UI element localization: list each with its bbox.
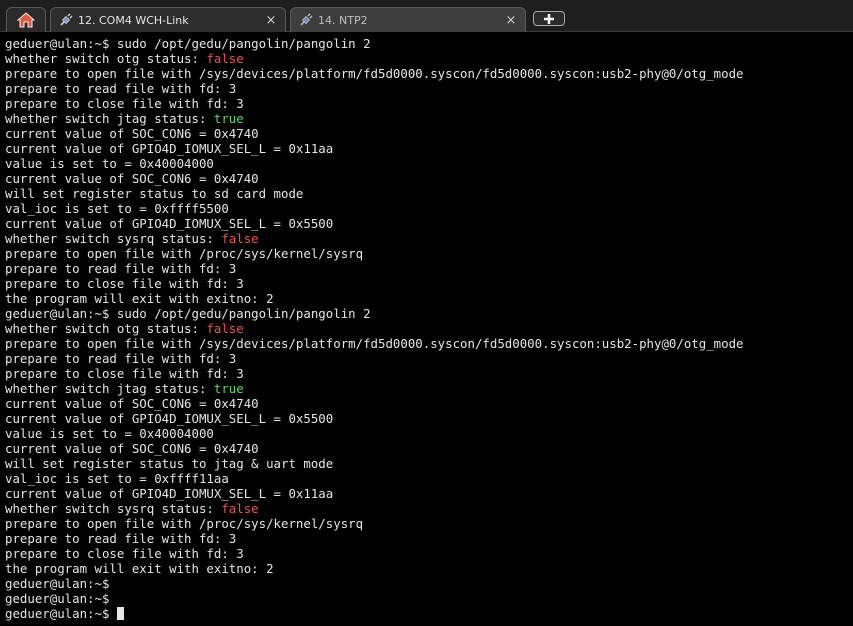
terminal-text: geduer@ulan:~$ sudo /opt/gedu/pangolin/p…	[5, 306, 371, 321]
terminal-line: val_ioc is set to = 0xffff11aa	[5, 471, 853, 486]
terminal-text: prepare to read file with fd: 3	[5, 531, 237, 546]
terminal-text: current value of GPIO4D_IOMUX_SEL_L = 0x…	[5, 141, 334, 156]
tab-com4-wch-link[interactable]: 12. COM4 WCH-Link ×	[50, 7, 286, 32]
terminal-text: current value of GPIO4D_IOMUX_SEL_L = 0x…	[5, 411, 334, 426]
terminal-line: prepare to close file with fd: 3	[5, 96, 853, 111]
terminal-text: will set register status to jtag & uart …	[5, 456, 334, 471]
terminal-text: prepare to open file with /proc/sys/kern…	[5, 246, 364, 261]
terminal-line: geduer@ulan:~$ sudo /opt/gedu/pangolin/p…	[5, 36, 853, 51]
terminal-line: will set register status to jtag & uart …	[5, 456, 853, 471]
terminal-line: current value of GPIO4D_IOMUX_SEL_L = 0x…	[5, 486, 853, 501]
plug-icon	[300, 13, 313, 26]
terminal-text: whether switch sysrq status:	[5, 501, 222, 516]
terminal-line: geduer@ulan:~$	[5, 576, 853, 591]
close-tab-button[interactable]: ×	[265, 14, 277, 27]
close-tab-button[interactable]: ×	[505, 14, 517, 27]
terminal-text: whether switch jtag status:	[5, 111, 214, 126]
terminal-text: whether switch otg status:	[5, 321, 207, 336]
terminal-line: prepare to close file with fd: 3	[5, 366, 853, 381]
terminal-text: will set register status to sd card mode	[5, 186, 304, 201]
terminal-text: prepare to read file with fd: 3	[5, 351, 237, 366]
terminal-text: current value of SOC_CON6 = 0x4740	[5, 441, 259, 456]
terminal-text: geduer@ulan:~$ sudo /opt/gedu/pangolin/p…	[5, 36, 371, 51]
tab-label: 12. COM4 WCH-Link	[78, 13, 189, 27]
terminal-line: val_ioc is set to = 0xffff5500	[5, 201, 853, 216]
terminal-text: prepare to close file with fd: 3	[5, 276, 244, 291]
terminal-line: prepare to close file with fd: 3	[5, 276, 853, 291]
tab-bar: 12. COM4 WCH-Link × 14. NTP2 ×	[0, 0, 853, 32]
terminal-line: value is set to = 0x40004000	[5, 156, 853, 171]
terminal-output[interactable]: geduer@ulan:~$ sudo /opt/gedu/pangolin/p…	[5, 36, 853, 626]
terminal-line: the program will exit with exitno: 2	[5, 291, 853, 306]
text-cursor	[116, 607, 124, 620]
terminal-line: whether switch jtag status: true	[5, 381, 853, 396]
terminal-line: geduer@ulan:~$ sudo /opt/gedu/pangolin/p…	[5, 306, 853, 321]
terminal-line: whether switch otg status: false	[5, 51, 853, 66]
status-value: false	[221, 501, 259, 516]
terminal-text: current value of SOC_CON6 = 0x4740	[5, 171, 259, 186]
terminal-line: prepare to open file with /proc/sys/kern…	[5, 246, 853, 261]
terminal-text: whether switch sysrq status:	[5, 231, 222, 246]
home-tab[interactable]	[6, 7, 46, 32]
terminal-text: prepare to open file with /sys/devices/p…	[5, 66, 744, 81]
terminal-line: prepare to open file with /sys/devices/p…	[5, 66, 853, 81]
terminal-text: val_ioc is set to = 0xffff11aa	[5, 471, 229, 486]
terminal-line: current value of SOC_CON6 = 0x4740	[5, 126, 853, 141]
terminal-text: prepare to close file with fd: 3	[5, 366, 244, 381]
terminal-text: current value of GPIO4D_IOMUX_SEL_L = 0x…	[5, 216, 334, 231]
home-icon	[17, 12, 35, 28]
terminal-text: value is set to = 0x40004000	[5, 426, 214, 441]
terminal-line: prepare to open file with /proc/sys/kern…	[5, 516, 853, 531]
terminal-line: prepare to read file with fd: 3	[5, 81, 853, 96]
terminal-line: current value of SOC_CON6 = 0x4740	[5, 441, 853, 456]
terminal-line: whether switch sysrq status: false	[5, 231, 853, 246]
terminal-text: current value of SOC_CON6 = 0x4740	[5, 396, 259, 411]
terminal-text: prepare to read file with fd: 3	[5, 81, 237, 96]
terminal-line: prepare to read file with fd: 3	[5, 261, 853, 276]
terminal-line: prepare to open file with /sys/devices/p…	[5, 336, 853, 351]
terminal-text: current value of GPIO4D_IOMUX_SEL_L = 0x…	[5, 486, 334, 501]
terminal-line: current value of SOC_CON6 = 0x4740	[5, 396, 853, 411]
terminal-line: prepare to read file with fd: 3	[5, 531, 853, 546]
terminal-text: geduer@ulan:~$	[5, 576, 110, 591]
terminal-text: the program will exit with exitno: 2	[5, 291, 274, 306]
terminal-text: val_ioc is set to = 0xffff5500	[5, 201, 229, 216]
terminal-line: whether switch sysrq status: false	[5, 501, 853, 516]
terminal-text: current value of SOC_CON6 = 0x4740	[5, 126, 259, 141]
terminal-text: geduer@ulan:~$	[5, 591, 110, 606]
terminal-line: whether switch otg status: false	[5, 321, 853, 336]
new-tab-button[interactable]	[533, 11, 565, 26]
terminal-line: will set register status to sd card mode	[5, 186, 853, 201]
terminal-line: current value of GPIO4D_IOMUX_SEL_L = 0x…	[5, 411, 853, 426]
status-value: true	[213, 381, 244, 396]
terminal-line: the program will exit with exitno: 2	[5, 561, 853, 576]
status-value: false	[221, 231, 259, 246]
terminal-line: whether switch jtag status: true	[5, 111, 853, 126]
terminal-text: geduer@ulan:~$	[5, 606, 117, 621]
plug-icon	[60, 13, 73, 26]
terminal-text: value is set to = 0x40004000	[5, 156, 214, 171]
terminal-text: the program will exit with exitno: 2	[5, 561, 274, 576]
tab-ntp2[interactable]: 14. NTP2 ×	[290, 7, 526, 32]
terminal-text: prepare to open file with /sys/devices/p…	[5, 336, 744, 351]
terminal-text: prepare to close file with fd: 3	[5, 96, 244, 111]
terminal-text: prepare to read file with fd: 3	[5, 261, 237, 276]
terminal-line: value is set to = 0x40004000	[5, 426, 853, 441]
status-value: false	[206, 321, 244, 336]
terminal-text: whether switch otg status:	[5, 51, 207, 66]
terminal-line: current value of GPIO4D_IOMUX_SEL_L = 0x…	[5, 216, 853, 231]
terminal-line: prepare to read file with fd: 3	[5, 351, 853, 366]
tab-label: 14. NTP2	[318, 13, 368, 27]
terminal-line: current value of GPIO4D_IOMUX_SEL_L = 0x…	[5, 141, 853, 156]
terminal-line: geduer@ulan:~$	[5, 606, 853, 621]
terminal-text: whether switch jtag status:	[5, 381, 214, 396]
status-value: false	[206, 51, 244, 66]
terminal-line: prepare to close file with fd: 3	[5, 546, 853, 561]
terminal-text: prepare to open file with /proc/sys/kern…	[5, 516, 364, 531]
plus-icon	[544, 13, 554, 24]
status-value: true	[213, 111, 244, 126]
terminal-line: geduer@ulan:~$	[5, 591, 853, 606]
terminal-text: prepare to close file with fd: 3	[5, 546, 244, 561]
terminal-line: current value of SOC_CON6 = 0x4740	[5, 171, 853, 186]
